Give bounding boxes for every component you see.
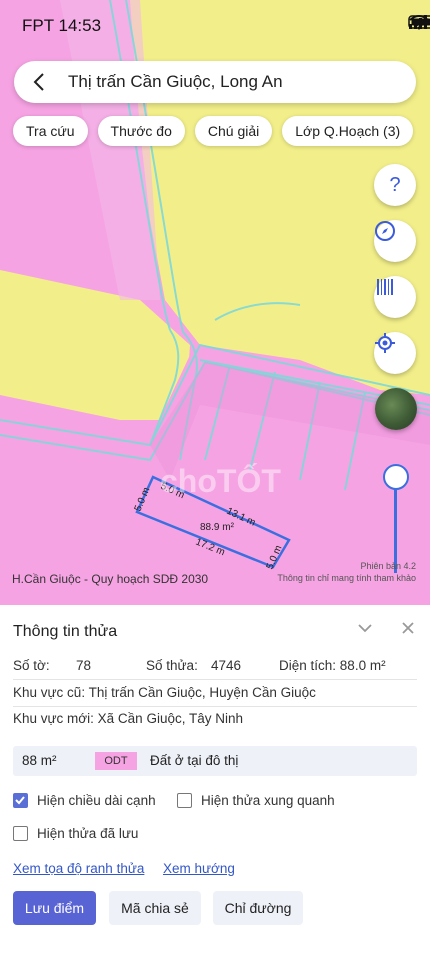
divider [13, 679, 417, 680]
area-row: Diện tích: 88.0 m² [279, 658, 386, 673]
checkbox-show-saved-plots[interactable]: Hiện thửa đã lưu [13, 826, 138, 841]
close-icon[interactable] [399, 619, 417, 637]
compass-icon [375, 221, 395, 241]
share-code-button[interactable]: Mã chia sẻ [109, 891, 201, 925]
opacity-slider-knob[interactable] [383, 464, 409, 490]
status-bar: FPT 14:53 [0, 0, 430, 50]
plot-label-area: 88.9 m² [200, 522, 235, 533]
map-version-info: Phiên bản 4.2 Thông tin chỉ mang tính th… [277, 560, 416, 584]
view-boundary-coords-link[interactable]: Xem tọa độ ranh thửa [13, 861, 144, 876]
battery-icon [408, 15, 430, 29]
plot-number-label: Số thửa: [146, 658, 198, 673]
checkbox-unchecked[interactable] [177, 793, 192, 808]
opacity-slider-track[interactable] [394, 478, 397, 573]
checkbox-show-edge-lengths[interactable]: Hiện chiều dài cạnh [13, 793, 156, 808]
sheet-number-label: Số tờ: [13, 658, 50, 673]
checkbox-checked[interactable] [13, 793, 28, 808]
plot-number-value: 4746 [211, 658, 242, 673]
divider [13, 706, 417, 707]
help-icon: ? [389, 173, 401, 196]
old-region: Khu vực cũ: Thị trấn Cần Giuộc, Huyện Cầ… [13, 685, 316, 700]
map-caption: H.Cần Giuộc - Quy hoạch SDĐ 2030 [12, 572, 209, 586]
help-button[interactable]: ? [374, 164, 416, 206]
directions-button[interactable]: Chỉ đường [213, 891, 303, 925]
sheet-number-value: 78 [76, 658, 92, 673]
version-text: Phiên bản 4.2 [360, 561, 416, 571]
chevron-down-icon[interactable] [356, 619, 374, 637]
sheet-number-row: Số tờ: 78 [13, 658, 91, 673]
locate-button[interactable] [374, 332, 416, 374]
compass-button[interactable] [374, 220, 416, 262]
status-time: FPT 14:53 [22, 16, 102, 35]
panel-title: Thông tin thửa [13, 623, 118, 640]
barcode-icon [377, 279, 393, 295]
watermark: choTỐT [160, 463, 281, 499]
back-arrow-icon[interactable] [28, 70, 52, 94]
locate-icon [375, 333, 395, 353]
checkbox-unchecked[interactable] [13, 826, 28, 841]
land-description: Đất ở tại đô thị [150, 753, 239, 768]
chip-lookup[interactable]: Tra cứu [13, 116, 88, 146]
view-direction-link[interactable]: Xem hướng [163, 861, 235, 876]
chip-planning-layers[interactable]: Lớp Q.Hoạch (3) [282, 116, 414, 146]
land-code-badge: ODT [95, 752, 137, 770]
location-title: Thị trấn Cần Giuộc, Long An [68, 72, 283, 91]
chip-bar: Tra cứu Thước đo Chú giải Lớp Q.Hoạch (3… [13, 116, 414, 146]
save-point-button[interactable]: Lưu điểm [13, 891, 96, 925]
disclaimer-text: Thông tin chỉ mang tính tham khảo [277, 573, 416, 583]
chip-measure[interactable]: Thước đo [97, 116, 185, 146]
land-area: 88 m² [22, 753, 57, 768]
checkbox-label: Hiện thửa đã lưu [37, 826, 139, 841]
new-region: Khu vực mới: Xã Cần Giuộc, Tây Ninh [13, 711, 243, 726]
plot-number-row: Số thửa: 4746 [146, 658, 241, 673]
checkbox-label: Hiện thửa xung quanh [201, 793, 335, 808]
land-use-box: 88 m² ODT Đất ở tại đô thị [13, 746, 417, 776]
area-value: 88.0 m² [339, 658, 386, 673]
map-view[interactable]: 5.0 m 5.0 m 13.1 m 88.9 m² 17.2 m 5.0 m … [0, 0, 430, 605]
search-bar[interactable]: Thị trấn Cần Giuộc, Long An [14, 61, 416, 103]
area-label: Diện tích: [279, 658, 337, 673]
chip-legend[interactable]: Chú giải [194, 116, 273, 146]
satellite-toggle[interactable] [375, 388, 417, 430]
checkbox-label: Hiện chiều dài cạnh [37, 793, 156, 808]
barcode-button[interactable] [374, 276, 416, 318]
check-icon [15, 796, 25, 805]
plot-info-panel: Thông tin thửa Số tờ: 78 Số thửa: 4746 D… [0, 605, 430, 960]
checkbox-show-neighbor-plots[interactable]: Hiện thửa xung quanh [177, 793, 335, 808]
